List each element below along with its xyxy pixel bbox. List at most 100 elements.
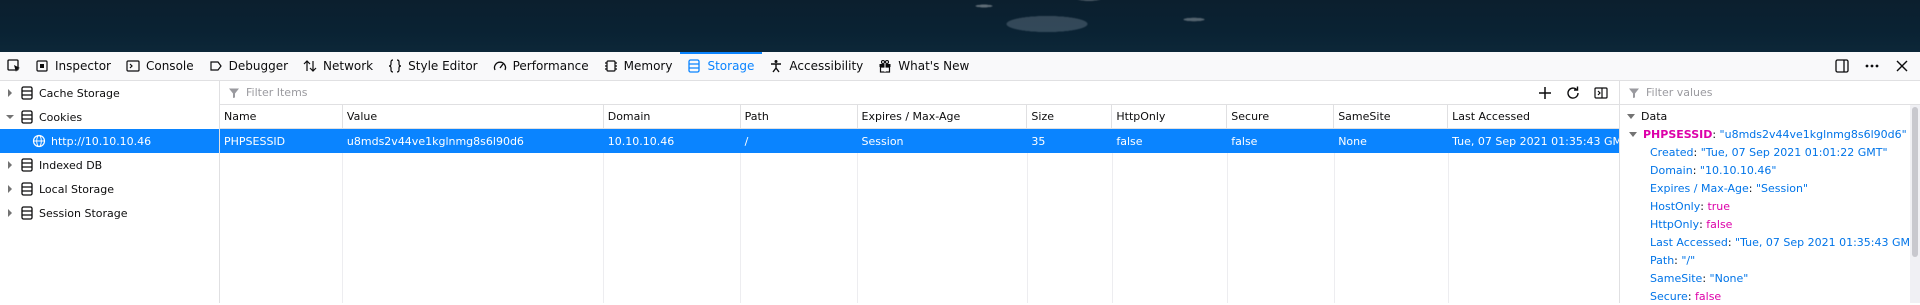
cookie-table: Name Value Domain Path Expires / Max-Age…: [220, 104, 1621, 303]
filter-values-input[interactable]: [1646, 86, 1906, 99]
detail-property: Secure: false: [1620, 287, 1920, 305]
tree-item-host-10-10-10-46[interactable]: http://10.10.10.46: [0, 129, 219, 153]
column-header-httponly[interactable]: HttpOnly: [1111, 104, 1226, 129]
element-picker-icon: [7, 59, 20, 72]
chevron-right-icon[interactable]: [4, 159, 16, 171]
property-key: Secure: [1650, 289, 1688, 303]
cell-size: 35: [1026, 129, 1111, 153]
chevron-right-icon[interactable]: [4, 183, 16, 195]
tab-console[interactable]: Console: [119, 52, 202, 80]
column-divider-lines: [220, 153, 1621, 303]
column-header-expires[interactable]: Expires / Max-Age: [856, 104, 1027, 129]
filter-items-input[interactable]: [246, 86, 1246, 99]
column-header-last-accessed[interactable]: Last Accessed: [1447, 104, 1619, 129]
column-header-name[interactable]: Name: [220, 105, 342, 129]
tree-item-cache-storage[interactable]: Cache Storage: [0, 81, 219, 105]
tree-item-label: Local Storage: [39, 182, 115, 196]
scrollbar-thumb[interactable]: [1912, 107, 1918, 257]
tab-performance[interactable]: Performance: [486, 52, 597, 80]
property-value: false: [1695, 289, 1722, 303]
colon-separator: :: [1687, 289, 1696, 303]
element-picker-button[interactable]: [0, 52, 28, 80]
property-key: SameSite: [1650, 271, 1703, 285]
tab-style-editor[interactable]: Style Editor: [381, 52, 485, 80]
chevron-down-icon: [1628, 129, 1638, 139]
tab-label: What's New: [898, 59, 970, 73]
property-key: Created: [1650, 145, 1694, 159]
column-header-value[interactable]: Value: [341, 104, 603, 129]
add-item-icon[interactable]: [1537, 85, 1553, 101]
cookie-detail-panel: Data PHPSESSID: "u8mds2v44ve1kglnmg8s6l9…: [1620, 81, 1920, 303]
colon-separator: :: [1692, 163, 1700, 177]
chevron-right-icon[interactable]: [4, 207, 16, 219]
detail-property: HostOnly: true: [1620, 197, 1920, 215]
property-value: false: [1706, 217, 1733, 231]
colon-separator: :: [1674, 253, 1682, 267]
tab-label: Style Editor: [408, 59, 478, 73]
column-header-domain[interactable]: Domain: [602, 104, 740, 129]
colon-separator: :: [1699, 217, 1707, 231]
property-value: "Tue, 07 Sep 2021 01:35:43 GMT": [1735, 235, 1920, 249]
storage-tree: Cache Storage Cookies http://10.10.10.46…: [0, 81, 220, 303]
storage-icon: [687, 59, 701, 73]
tab-label: Network: [323, 59, 374, 73]
detail-property: Created: "Tue, 07 Sep 2021 01:01:22 GMT": [1620, 143, 1920, 161]
tab-label: Inspector: [55, 59, 111, 73]
tab-label: Performance: [512, 59, 589, 73]
detail-scrollbar[interactable]: [1910, 105, 1920, 303]
property-key: Domain: [1650, 163, 1693, 177]
cell-domain: 10.10.10.46: [602, 129, 740, 153]
detail-property: Last Accessed: "Tue, 07 Sep 2021 01:35:4…: [1620, 233, 1920, 251]
dock-side-icon[interactable]: [1834, 58, 1850, 74]
tree-item-label: Indexed DB: [39, 158, 103, 172]
colon-separator: :: [1712, 127, 1720, 141]
cookie-root-node[interactable]: PHPSESSID: "u8mds2v44ve1kglnmg8s6l90d6": [1620, 125, 1920, 143]
cell-path: /: [739, 129, 857, 153]
chevron-down-icon[interactable]: [4, 111, 16, 123]
tab-accessibility[interactable]: Accessibility: [762, 52, 871, 80]
tab-storage[interactable]: Storage: [680, 52, 763, 80]
table-header: Name Value Domain Path Expires / Max-Age…: [220, 104, 1619, 129]
column-header-size[interactable]: Size: [1026, 104, 1111, 129]
cell-samesite: None: [1333, 129, 1447, 153]
tab-whats-new[interactable]: What's New: [871, 52, 977, 80]
network-icon: [303, 59, 317, 73]
table-row[interactable]: PHPSESSID u8mds2v44ve1kglnmg8s6l90d6 10.…: [220, 129, 1619, 153]
memory-icon: [604, 59, 618, 73]
tab-debugger[interactable]: Debugger: [202, 52, 296, 80]
toggle-sidebar-icon[interactable]: [1593, 85, 1609, 101]
section-label: Data: [1641, 109, 1668, 123]
tree-item-label: http://10.10.10.46: [51, 134, 152, 148]
filter-icon: [1628, 87, 1640, 99]
column-header-samesite[interactable]: SameSite: [1333, 104, 1447, 129]
tree-item-label: Cookies: [39, 110, 83, 124]
chevron-right-icon[interactable]: [4, 87, 16, 99]
property-value: "Tue, 07 Sep 2021 01:01:22 GMT": [1700, 145, 1888, 159]
property-value: true: [1707, 199, 1731, 213]
detail-property: Expires / Max-Age: "Session": [1620, 179, 1920, 197]
property-value: "10.10.10.46": [1699, 163, 1777, 177]
tree-item-cookies[interactable]: Cookies: [0, 105, 219, 129]
tree-item-indexed-db[interactable]: Indexed DB: [0, 153, 219, 177]
tab-label: Accessibility: [789, 59, 864, 73]
tab-memory[interactable]: Memory: [597, 52, 681, 80]
close-icon[interactable]: [1894, 58, 1910, 74]
cell-value: u8mds2v44ve1kglnmg8s6l90d6: [341, 129, 603, 153]
tree-item-local-storage[interactable]: Local Storage: [0, 177, 219, 201]
tab-network[interactable]: Network: [296, 52, 381, 80]
refresh-icon[interactable]: [1565, 85, 1581, 101]
column-header-secure[interactable]: Secure: [1226, 104, 1333, 129]
database-icon: [20, 182, 34, 196]
data-section-header[interactable]: Data: [1620, 107, 1920, 125]
more-options-icon[interactable]: [1864, 58, 1880, 74]
column-header-path[interactable]: Path: [739, 104, 857, 129]
storage-panel: Cache Storage Cookies http://10.10.10.46…: [0, 81, 1920, 303]
root-key: PHPSESSID: [1643, 127, 1713, 141]
tree-item-session-storage[interactable]: Session Storage: [0, 201, 219, 225]
tab-label: Storage: [707, 59, 755, 73]
toolbar-right-controls: [1834, 52, 1920, 80]
wave-foam-decoration: [900, 0, 1320, 52]
tree-item-label: Cache Storage: [39, 86, 120, 100]
tab-label: Debugger: [228, 59, 289, 73]
tab-inspector[interactable]: Inspector: [28, 52, 119, 80]
